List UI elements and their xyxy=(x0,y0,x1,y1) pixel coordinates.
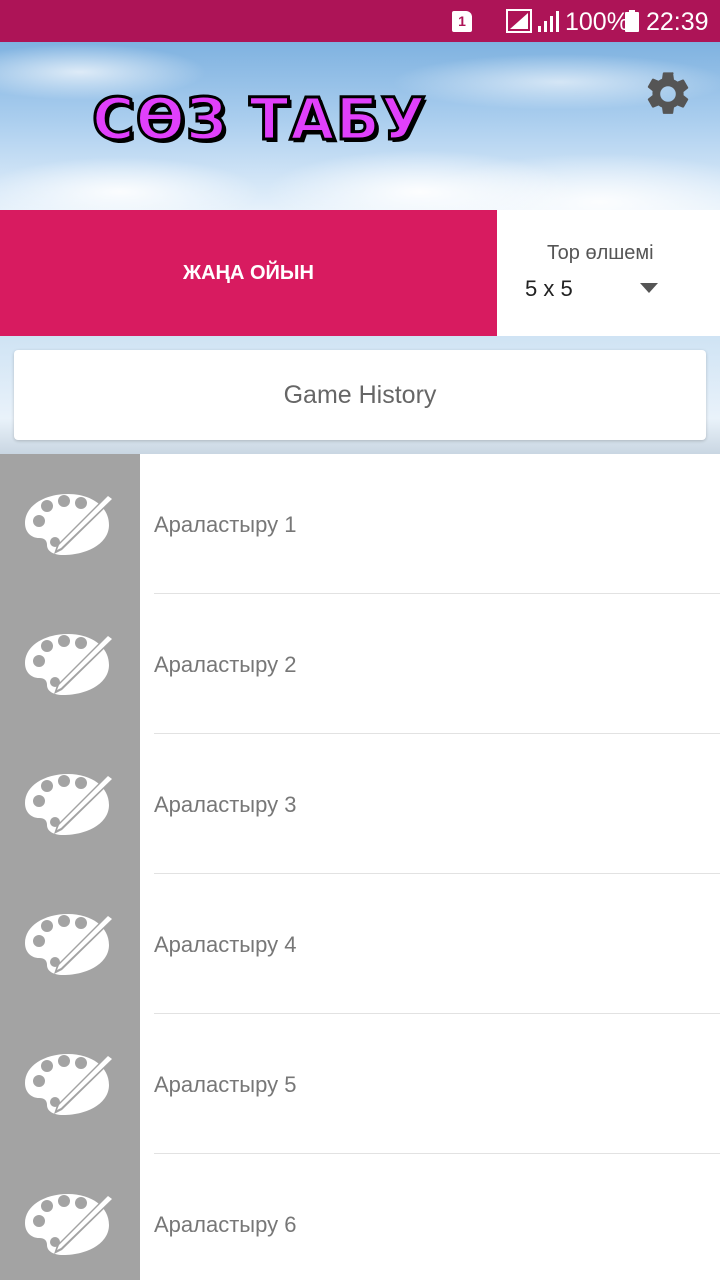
list-item-label: Араластыру 6 xyxy=(154,1212,297,1237)
grid-size-label: Тор өлшемі xyxy=(547,242,654,264)
app-logo: СӨЗ ТАБУ xyxy=(91,85,428,153)
list-item-thumbnail xyxy=(0,594,140,734)
list-item-thumbnail xyxy=(0,734,140,874)
game-history-button[interactable]: Game History xyxy=(14,350,706,440)
grid-size-value[interactable]: 5 x 5 xyxy=(525,276,573,302)
list-item-label: Араластыру 3 xyxy=(154,792,297,817)
list-item-label: Араластыру 1 xyxy=(154,512,297,537)
action-row: ЖАҢА ОЙЫН Тор өлшемі 5 x 5 xyxy=(0,210,720,336)
palette-icon xyxy=(25,492,116,555)
chevron-down-icon[interactable] xyxy=(640,283,658,293)
list-item-thumbnail xyxy=(0,1154,140,1280)
battery-percent: 100% xyxy=(565,8,629,36)
sim-card-icon: 1 xyxy=(452,11,472,32)
list-item-5[interactable]: Араластыру 5 xyxy=(0,1014,720,1154)
status-bar: 1 100% 22:39 xyxy=(0,0,720,42)
list-item-thumbnail xyxy=(0,1014,140,1154)
list-item-3[interactable]: Араластыру 3 xyxy=(0,734,720,874)
new-game-button[interactable]: ЖАҢА ОЙЫН xyxy=(0,210,497,336)
palette-icon xyxy=(25,772,116,835)
grid-size-selector[interactable]: Тор өлшемі 5 x 5 xyxy=(497,210,720,336)
list-item-thumbnail xyxy=(0,874,140,1014)
palette-icon xyxy=(25,632,116,695)
gear-icon[interactable] xyxy=(642,68,694,120)
palette-icon xyxy=(25,1052,116,1115)
list-item-label: Араластыру 5 xyxy=(154,1072,297,1097)
signal-strength-icon xyxy=(538,11,559,32)
list-item-label: Араластыру 4 xyxy=(154,932,297,957)
palette-icon xyxy=(25,1192,116,1255)
palette-icon xyxy=(25,912,116,975)
app-header: СӨЗ ТАБУ xyxy=(0,42,720,210)
no-signal-icon xyxy=(506,9,532,33)
list-item-thumbnail xyxy=(0,454,140,594)
shuffle-list: Араластыру 1 Араластыру 2 Араластыру 3 А… xyxy=(0,454,720,1280)
list-item-4[interactable]: Араластыру 4 xyxy=(0,874,720,1014)
list-item-6[interactable]: Араластыру 6 xyxy=(0,1154,720,1280)
clock: 22:39 xyxy=(646,8,709,36)
battery-icon xyxy=(625,10,639,32)
list-item-label: Араластыру 2 xyxy=(154,652,297,677)
list-item-2[interactable]: Араластыру 2 xyxy=(0,594,720,734)
list-item-1[interactable]: Араластыру 1 xyxy=(0,454,720,594)
